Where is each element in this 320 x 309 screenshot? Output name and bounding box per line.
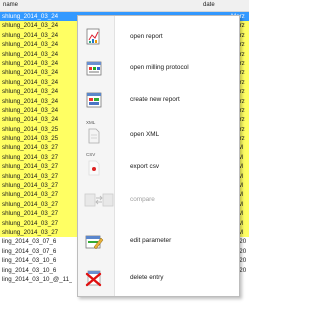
list-item-name: shlung_2014_03_24: [2, 97, 59, 105]
menu-item-label: open XML: [130, 131, 160, 138]
menu-item-open-report[interactable]: open report: [78, 22, 239, 52]
column-header-name[interactable]: name: [3, 0, 18, 11]
list-item-name: shlung_2014_03_24: [2, 116, 59, 124]
list-item-name: shlung_2014_03_24: [2, 31, 59, 39]
menu-item-label: create new report: [130, 96, 180, 103]
menu-item-label: compare: [130, 196, 155, 203]
list-item-name: shlung_2014_03_27: [2, 191, 59, 199]
menu-item-export-csv[interactable]: CSV export csv: [78, 152, 239, 182]
menu-item-compare[interactable]: compare: [78, 185, 239, 215]
list-item-name: shlung_2014_03_24: [2, 50, 59, 58]
csv-file-icon: [84, 158, 104, 176]
list-item-name: shlung_2014_03_27: [2, 210, 59, 218]
list-item-name: shlung_2014_03_25: [2, 125, 59, 133]
milling-protocol-icon: [84, 59, 104, 77]
list-item-name: shlung_2014_03_24: [2, 69, 59, 77]
edit-parameter-icon: [84, 232, 104, 250]
list-item-name: shlung_2014_03_27: [2, 144, 59, 152]
list-item-name: shlung_2014_03_27: [2, 200, 59, 208]
menu-item-delete-entry[interactable]: delete entry: [78, 263, 239, 293]
list-item-name: shlung_2014_03_24: [2, 59, 59, 67]
list-item-name: shlung_2014_03_24: [2, 106, 59, 114]
list-item-name: shlung_2014_03_24: [2, 88, 59, 96]
compare-icon: [84, 191, 114, 209]
list-item-name: shlung_2014_03_24: [2, 22, 59, 30]
list-item-name: shlung_2014_03_27: [2, 163, 59, 171]
menu-item-label: edit parameter: [130, 237, 172, 244]
menu-item-label: delete entry: [130, 274, 164, 281]
list-header: name date: [0, 0, 249, 12]
list-item-name: ling_2014_03_10_6: [2, 257, 57, 265]
list-item-name: shlung_2014_03_25: [2, 135, 59, 143]
list-item-name: shlung_2014_03_27: [2, 228, 59, 236]
list-item-name: ling_2014_03_07_6: [2, 238, 57, 246]
list-item-name: shlung_2014_03_24: [2, 41, 59, 49]
column-header-date[interactable]: date: [203, 0, 215, 11]
list-item-name: shlung_2014_03_24: [2, 13, 59, 20]
delete-icon: [84, 269, 104, 287]
xml-file-icon: [84, 126, 104, 144]
list-item-name: shlung_2014_03_24: [2, 78, 59, 86]
menu-item-open-milling-protocol[interactable]: open milling protocol: [78, 53, 239, 83]
list-item-name: ling_2014_03_10_@_11_42_2x: [2, 275, 72, 283]
menu-item-label: open milling protocol: [130, 64, 189, 71]
list-item-name: shlung_2014_03_27: [2, 172, 59, 180]
new-report-icon: [84, 91, 104, 109]
list-item-name: shlung_2014_03_27: [2, 182, 59, 190]
menu-item-open-xml[interactable]: XML open XML: [78, 120, 239, 150]
menu-item-label: open report: [130, 33, 163, 40]
report-open-icon: [84, 28, 104, 46]
context-menu: open report open milling protocol create…: [77, 15, 240, 297]
menu-item-label: export csv: [130, 163, 160, 170]
list-item-name: shlung_2014_03_27: [2, 219, 59, 227]
menu-item-edit-parameter[interactable]: edit parameter: [78, 226, 239, 256]
menu-item-create-new-report[interactable]: create new report: [78, 85, 239, 115]
list-item-name: shlung_2014_03_27: [2, 153, 59, 161]
list-item-name: ling_2014_03_07_6: [2, 247, 57, 255]
list-item-name: ling_2014_03_10_6: [2, 266, 57, 274]
